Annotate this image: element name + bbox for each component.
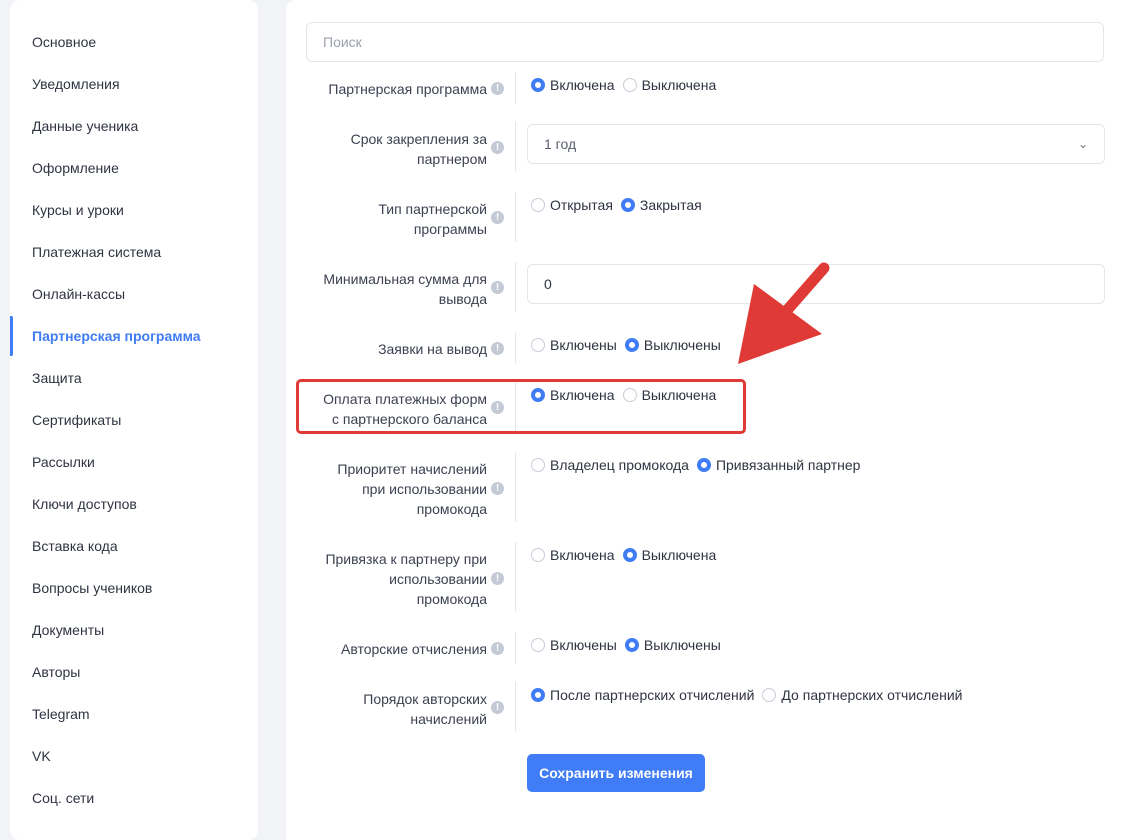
- partner-program-on-option[interactable]: Включена: [531, 77, 615, 93]
- sidebar-item-authors[interactable]: Авторы: [32, 662, 80, 682]
- radio-checked-icon[interactable]: [622, 548, 637, 562]
- sidebar-item-student-data[interactable]: Данные ученика: [32, 116, 138, 136]
- program-type-closed-option[interactable]: Закрытая: [620, 197, 702, 213]
- promo-binding-on-option[interactable]: Включена: [531, 547, 615, 563]
- info-icon[interactable]: !: [491, 342, 504, 355]
- divider: [515, 192, 516, 242]
- author-fees-radio-group: Включены Выключены: [531, 637, 729, 653]
- partner-program-off-option[interactable]: Выключена: [622, 77, 716, 93]
- withdrawal-requests-radio-group: Включены Выключены: [531, 337, 729, 353]
- program-type-open-option[interactable]: Открытая: [531, 197, 613, 213]
- promo-binding-label: Привязка к партнеру при использовании пр…: [325, 551, 487, 607]
- sidebar-item-social[interactable]: Соц. сети: [32, 788, 94, 808]
- info-icon[interactable]: !: [491, 482, 504, 495]
- radio-unchecked-icon[interactable]: [531, 548, 545, 562]
- divider: [515, 452, 516, 522]
- info-icon[interactable]: !: [491, 642, 504, 655]
- promo-binding-radio-group: Включена Выключена: [531, 547, 724, 563]
- sidebar-item-vk[interactable]: VK: [32, 746, 51, 766]
- sidebar-item-design[interactable]: Оформление: [32, 158, 119, 178]
- info-icon[interactable]: !: [491, 572, 504, 585]
- sidebar-item-mailings[interactable]: Рассылки: [32, 452, 95, 472]
- divider: [515, 262, 516, 312]
- partner-program-label: Партнерская программа: [328, 81, 487, 97]
- info-icon[interactable]: !: [491, 141, 504, 154]
- author-order-radio-group: После партнерских отчислений До партнерс…: [531, 687, 970, 703]
- radio-unchecked-icon[interactable]: [531, 638, 545, 652]
- accrual-priority-label: Приоритет начислений при использовании п…: [337, 461, 487, 517]
- author-fees-off-option[interactable]: Выключены: [624, 637, 721, 653]
- accrual-priority-owner-option[interactable]: Владелец промокода: [531, 457, 689, 473]
- divider: [515, 542, 516, 612]
- info-icon[interactable]: !: [491, 211, 504, 224]
- save-changes-button[interactable]: Сохранить изменения: [527, 754, 705, 792]
- binding-period-select[interactable]: 1 год ⌄: [527, 124, 1105, 164]
- sidebar-item-documents[interactable]: Документы: [32, 620, 104, 640]
- author-fees-label: Авторские отчисления: [340, 641, 487, 657]
- partner-program-radio-group: Включена Выключена: [531, 77, 724, 93]
- sidebar-item-payment-system[interactable]: Платежная система: [32, 242, 161, 262]
- active-nav-indicator: [10, 316, 13, 356]
- info-icon[interactable]: !: [491, 82, 504, 95]
- annotation-arrow-icon: [738, 262, 830, 364]
- radio-unchecked-icon[interactable]: [622, 78, 637, 92]
- program-type-radio-group: Открытая Закрытая: [531, 197, 710, 213]
- sidebar-item-telegram[interactable]: Telegram: [32, 704, 90, 724]
- radio-checked-icon[interactable]: [620, 198, 635, 212]
- sidebar-item-notifications[interactable]: Уведомления: [32, 74, 120, 94]
- min-withdrawal-label: Минимальная сумма для вывода: [323, 271, 487, 307]
- sidebar-item-main[interactable]: Основное: [32, 32, 96, 52]
- divider: [515, 632, 516, 664]
- withdrawal-requests-off-option[interactable]: Выключены: [624, 337, 721, 353]
- sidebar-item-code-insert[interactable]: Вставка кода: [32, 536, 118, 556]
- divider: [515, 682, 516, 732]
- sidebar-item-courses[interactable]: Курсы и уроки: [32, 200, 124, 220]
- sidebar-item-online-cash[interactable]: Онлайн-кассы: [32, 284, 125, 304]
- sidebar-item-certificates[interactable]: Сертификаты: [32, 410, 121, 430]
- annotation-highlight-box: [296, 379, 746, 434]
- accrual-priority-partner-option[interactable]: Привязанный партнер: [696, 457, 860, 473]
- author-order-label: Порядок авторских начислений: [363, 691, 487, 727]
- radio-checked-icon[interactable]: [531, 688, 545, 702]
- radio-unchecked-icon[interactable]: [531, 338, 545, 352]
- sidebar-item-student-questions[interactable]: Вопросы учеников: [32, 578, 152, 598]
- settings-sidebar: Основное Уведомления Данные ученика Офор…: [10, 0, 258, 840]
- author-order-after-option[interactable]: После партнерских отчислений: [531, 687, 754, 703]
- withdrawal-requests-label: Заявки на вывод: [378, 341, 487, 357]
- radio-unchecked-icon[interactable]: [762, 688, 777, 702]
- sidebar-item-protection[interactable]: Защита: [32, 368, 82, 388]
- sidebar-item-access-keys[interactable]: Ключи доступов: [32, 494, 137, 514]
- radio-unchecked-icon[interactable]: [531, 458, 545, 472]
- sidebar-item-partner-program[interactable]: Партнерская программа: [32, 326, 201, 346]
- program-type-label: Тип партнерской программы: [378, 201, 487, 237]
- radio-checked-icon[interactable]: [696, 458, 711, 472]
- promo-binding-off-option[interactable]: Выключена: [622, 547, 716, 563]
- search-input[interactable]: [306, 22, 1104, 62]
- author-fees-on-option[interactable]: Включены: [531, 637, 617, 653]
- accrual-priority-radio-group: Владелец промокода Привязанный партнер: [531, 457, 868, 473]
- radio-unchecked-icon[interactable]: [531, 198, 545, 212]
- author-order-before-option[interactable]: До партнерских отчислений: [762, 687, 962, 703]
- radio-checked-icon[interactable]: [624, 638, 639, 652]
- binding-period-label: Срок закрепления за партнером: [350, 131, 487, 167]
- chevron-down-icon: ⌄: [1077, 137, 1088, 151]
- radio-checked-icon[interactable]: [624, 338, 639, 352]
- info-icon[interactable]: !: [491, 281, 504, 294]
- divider: [515, 72, 516, 104]
- withdrawal-requests-on-option[interactable]: Включены: [531, 337, 617, 353]
- divider: [515, 332, 516, 364]
- divider: [515, 122, 516, 172]
- radio-checked-icon[interactable]: [531, 78, 545, 92]
- info-icon[interactable]: !: [491, 701, 504, 714]
